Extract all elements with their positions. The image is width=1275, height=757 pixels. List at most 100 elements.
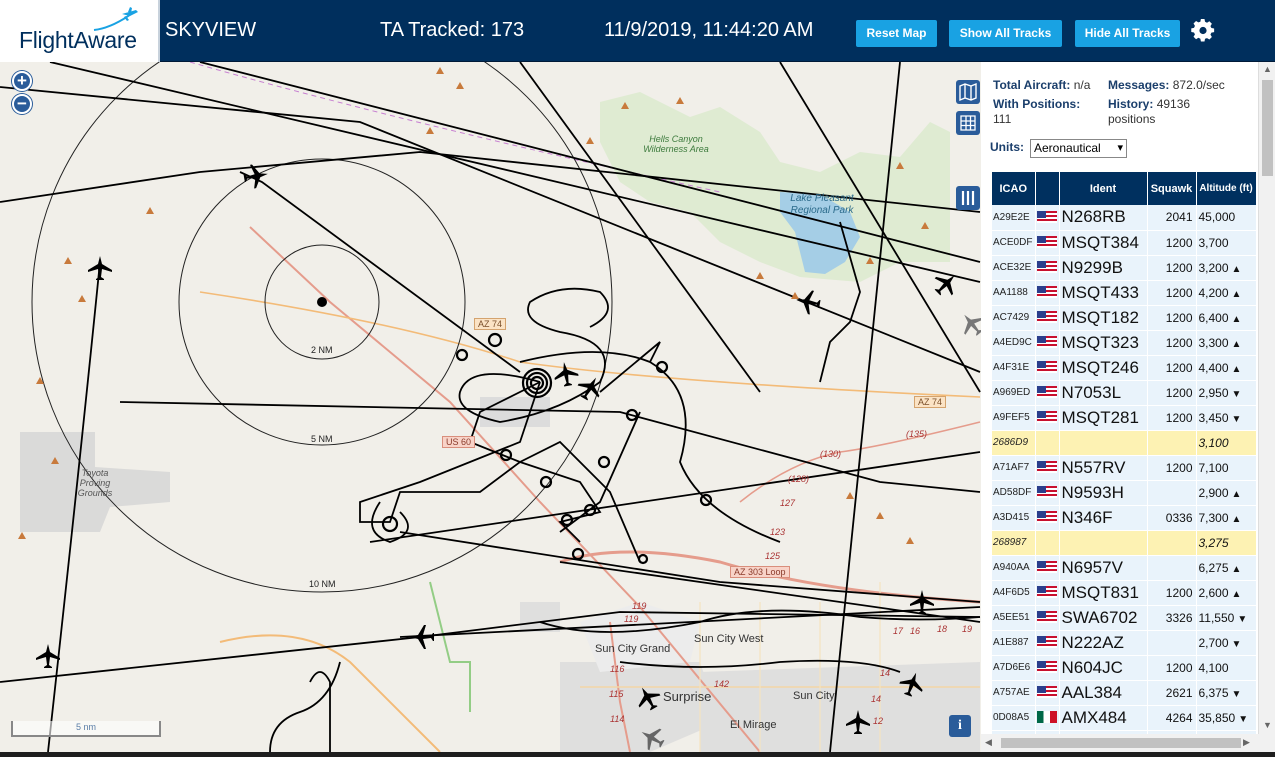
table-row[interactable]: 0D08A5 AMX484 4264 35,850 ▼ [992,705,1257,731]
flag-cell [1035,505,1060,531]
park-area [600,92,950,282]
table-row[interactable]: A757AE AAL384 2621 6,375 ▼ [992,680,1257,706]
altitude-value: 2,700 [1198,635,1229,650]
table-row[interactable]: A29E2E N268RB 2041 45,000 [992,205,1257,231]
table-row[interactable]: A4F6D5 MSQT831 1200 2,600 ▲ [992,580,1257,606]
map-view[interactable]: 2 NM 5 NM 10 NM AZ 74 AZ 74 US 60 AZ 303… [0,62,981,752]
col-icao[interactable]: ICAO [992,172,1036,205]
scale-bar: 5 nm [11,721,161,737]
squawk-cell: 1200 [1147,355,1197,381]
reset-map-button[interactable]: Reset Map [856,20,937,47]
table-row[interactable]: 2686D9 3,100 [992,430,1257,456]
icao-cell: 2686D9 [992,430,1036,456]
flag-cell [1035,205,1060,231]
ring-label-2nm: 2 NM [311,345,333,355]
col-ident[interactable]: Ident [1059,172,1148,205]
table-row[interactable]: A9FEF5 MSQT281 1200 3,450 ▼ [992,405,1257,431]
squawk-cell [1147,530,1197,556]
altitude-cell: 6,275 ▲ [1196,555,1257,581]
table-row[interactable]: A940AA N6957V 6,275 ▲ [992,555,1257,581]
squawk-cell: 1200 [1147,655,1197,681]
messages-stat: Messages: 872.0/sec [1108,78,1225,93]
flag-cell [1035,280,1060,306]
with-positions-stat: With Positions: 111 [993,97,1103,127]
aircraft-rows: A29E2E N268RB 2041 45,000 ACE0DF MSQT384 1200 3… [992,205,1257,756]
us-flag-icon [1037,286,1057,299]
icao-cell: A1E887 [992,630,1036,656]
altitude-cell: 2,900 ▲ [1196,480,1257,506]
scroll-down-icon[interactable]: ▼ [1263,720,1272,730]
icao-cell: AD58DF [992,480,1036,506]
place-surprise: Surprise [663,689,712,704]
icao-cell: A757AE [992,680,1036,706]
table-row[interactable]: ACE0DF MSQT384 1200 3,700 [992,230,1257,256]
squawk-cell: 1200 [1147,280,1197,306]
table-row[interactable]: A1E887 N222AZ 2,700 ▼ [992,630,1257,656]
total-aircraft-stat: Total Aircraft: n/a [993,78,1090,93]
flag-cell [1035,230,1060,256]
ring-label-5nm: 5 NM [311,434,333,444]
col-altitude[interactable]: Altitude (ft) [1196,172,1257,205]
vertical-scrollbar[interactable]: ▲ ▼ [1258,62,1275,734]
table-row[interactable]: A7D6E6 N604JC 1200 4,100 [992,655,1257,681]
horizontal-scrollbar[interactable]: ◀ ▶ [981,734,1275,752]
ident-cell [1059,530,1148,556]
units-select[interactable]: Aeronautical [1030,139,1127,158]
table-row[interactable]: 268987 3,275 [992,530,1257,556]
hscroll-thumb[interactable] [1001,738,1241,748]
place-hells-canyon: Hells Canyon Wilderness Area [643,134,709,154]
scroll-up-icon[interactable]: ▲ [1263,64,1272,74]
table-row[interactable]: AC7429 MSQT182 1200 6,400 ▲ [992,305,1257,331]
icao-cell: A29E2E [992,205,1036,231]
us-flag-icon [1037,211,1057,224]
altitude-value: 2,900 [1198,485,1229,500]
altitude-cell: 3,700 [1196,230,1257,256]
altitude-value: 45,000 [1198,210,1236,225]
window-bottom-edge [0,752,1275,757]
scroll-right-icon[interactable]: ▶ [1243,737,1250,748]
table-row[interactable]: A71AF7 N557RV 1200 7,100 [992,455,1257,481]
table-row[interactable]: ACE32E N9299B 1200 3,200 ▲ [992,255,1257,281]
table-row[interactable]: A5EE51 SWA6702 3326 11,550 ▼ [992,605,1257,631]
ring-label-10nm: 10 NM [309,579,336,589]
zoom-in-button[interactable]: + [12,71,32,91]
altitude-value: 6,375 [1198,685,1229,700]
altitude-value: 3,275 [1198,535,1229,550]
altitude-cell: 4,100 [1196,655,1257,681]
columns-toggle-button[interactable] [956,186,980,210]
grid-toggle-button[interactable] [956,111,980,135]
altitude-value: 7,300 [1198,510,1229,525]
map-layer-button[interactable] [956,80,980,104]
road-label-14a: 14 [871,694,882,704]
units-value: Aeronautical [1034,141,1101,155]
altitude-cell: 3,450 ▼ [1196,405,1257,431]
scroll-thumb[interactable] [1262,80,1273,176]
squawk-cell: 0336 [1147,505,1197,531]
info-button[interactable]: i [949,715,971,737]
altitude-value: 6,400 [1198,310,1229,325]
table-row[interactable]: AD58DF N9593H 2,900 ▲ [992,480,1257,506]
col-squawk[interactable]: Squawk [1147,172,1197,205]
road-label-az74-east: AZ 74 [914,396,947,408]
flag-cell [1035,330,1060,356]
table-row[interactable]: A969ED N7053L 1200 2,950 ▼ [992,380,1257,406]
table-row[interactable]: A3D415 N346F 0336 7,300 ▲ [992,505,1257,531]
table-row[interactable]: A4F31E MSQT246 1200 4,400 ▲ [992,355,1257,381]
road-label-16: 16 [910,626,921,636]
hide-all-tracks-button[interactable]: Hide All Tracks [1075,20,1180,47]
gear-icon[interactable] [1191,19,1215,43]
us-flag-icon [1037,336,1057,349]
ident-cell: SWA6702 [1059,605,1148,631]
zoom-out-button[interactable]: − [12,94,32,114]
road-label-130: (130) [820,449,842,459]
us-flag-icon [1037,661,1057,674]
table-row[interactable]: AA1188 MSQT433 1200 4,200 ▲ [992,280,1257,306]
ident-cell: MSQT384 [1059,230,1148,256]
current-datetime: 11/9/2019, 11:44:20 AM [604,19,814,41]
scroll-left-icon[interactable]: ◀ [985,737,992,748]
flightaware-logo[interactable]: FlightAware [0,0,160,62]
messages-value: 872.0/sec [1172,78,1225,92]
show-all-tracks-button[interactable]: Show All Tracks [949,20,1062,47]
table-row[interactable]: A4ED9C MSQT323 1200 3,300 ▲ [992,330,1257,356]
col-flag[interactable] [1035,172,1060,205]
